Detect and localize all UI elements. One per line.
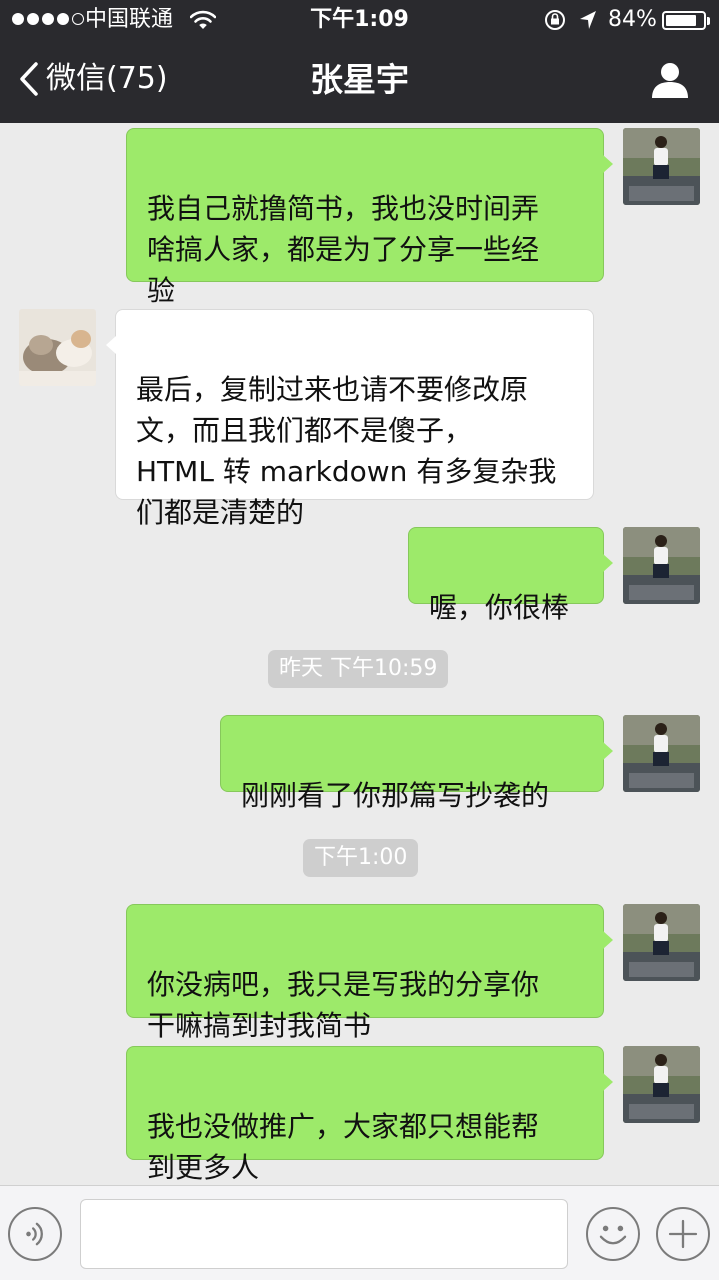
person-photo-icon xyxy=(623,715,700,792)
chat-message-bubble[interactable]: 你没病吧，我只是写我的分享你 干嘛搞到封我简书 xyxy=(126,904,613,1042)
top-bar: 中国联通 下午1:09 84% 微信(75) 张星宇 xyxy=(0,0,719,123)
back-label: 微信(75) xyxy=(46,61,168,96)
message-text: 喔，你很棒 xyxy=(429,591,570,624)
cat-dog-photo-icon xyxy=(19,309,96,386)
battery-percent: 84% xyxy=(608,7,657,32)
chat-area[interactable]: 我自己就撸简书，我也没时间弄 啥搞人家，都是为了分享一些经 验 最后，复制过来也… xyxy=(0,123,719,1185)
battery-icon xyxy=(662,11,706,30)
message-text: 我也没做推广，大家都只想能帮 到更多人 xyxy=(147,1110,540,1184)
battery-tip xyxy=(707,17,710,25)
message-input[interactable] xyxy=(80,1199,568,1269)
chat-message-bubble[interactable]: 我也没做推广，大家都只想能帮 到更多人 xyxy=(126,1046,613,1184)
back-button[interactable]: 微信(75) xyxy=(18,60,168,98)
status-bar: 中国联通 下午1:09 84% xyxy=(0,0,719,40)
battery-fill xyxy=(666,15,697,26)
rotation-lock-icon xyxy=(545,10,565,30)
person-photo-icon xyxy=(623,128,700,205)
message-text: 刚刚看了你那篇写抄袭的 xyxy=(241,779,550,812)
contact-avatar[interactable] xyxy=(19,309,96,386)
my-avatar[interactable] xyxy=(623,1046,700,1123)
chat-message-bubble[interactable]: 我自己就撸简书，我也没时间弄 啥搞人家，都是为了分享一些经 验 xyxy=(126,128,613,307)
plus-icon[interactable] xyxy=(656,1207,710,1261)
my-avatar[interactable] xyxy=(623,715,700,792)
person-photo-icon xyxy=(623,904,700,981)
voice-icon[interactable] xyxy=(8,1207,62,1261)
chat-message-bubble[interactable]: 喔，你很棒 xyxy=(408,527,613,624)
nav-bar: 微信(75) 张星宇 xyxy=(0,40,719,123)
my-avatar[interactable] xyxy=(623,904,700,981)
my-avatar[interactable] xyxy=(623,527,700,604)
emoji-icon[interactable] xyxy=(586,1207,640,1261)
message-text: 最后，复制过来也请不要修改原 文，而且我们都不是傻子， HTML 转 markd… xyxy=(136,373,557,529)
message-text: 我自己就撸简书，我也没时间弄 啥搞人家，都是为了分享一些经 验 xyxy=(147,192,540,307)
input-bar xyxy=(0,1185,719,1280)
timestamp-label: 昨天 下午10:59 xyxy=(268,650,449,688)
chevron-left-icon xyxy=(20,62,38,96)
location-arrow-icon xyxy=(580,11,596,29)
timestamp-label: 下午1:00 xyxy=(303,839,419,877)
message-text: 你没病吧，我只是写我的分享你 干嘛搞到封我简书 xyxy=(147,968,540,1042)
person-icon[interactable] xyxy=(648,60,692,100)
my-avatar[interactable] xyxy=(623,128,700,205)
person-photo-icon xyxy=(623,1046,700,1123)
person-photo-icon xyxy=(623,527,700,604)
chat-message-bubble[interactable]: 最后，复制过来也请不要修改原 文，而且我们都不是傻子， HTML 转 markd… xyxy=(106,309,594,529)
chat-message-bubble[interactable]: 刚刚看了你那篇写抄袭的 xyxy=(220,715,613,812)
